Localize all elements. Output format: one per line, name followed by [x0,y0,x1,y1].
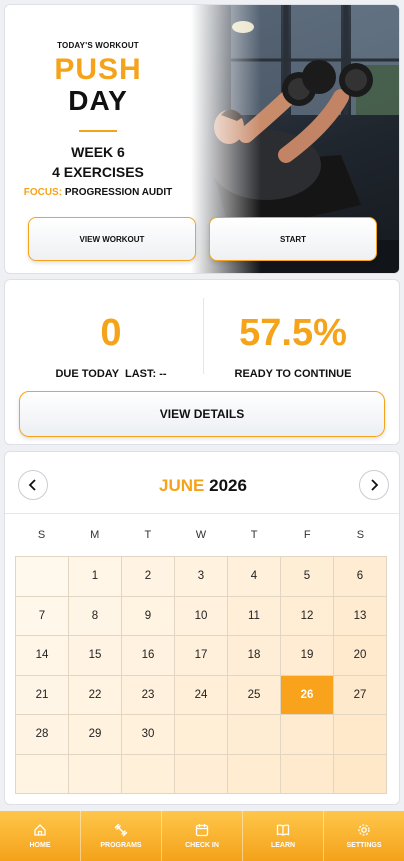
start-button[interactable]: START [209,217,377,261]
weekday-label: T [144,529,152,541]
todays-workout-card: TODAY'S WORKOUT PUSH DAY WEEK 6 4 EXERCI… [4,4,400,274]
progress-stats-card: 0 DUE TODAY LAST: -- 57.5% READY TO CONT… [4,279,400,445]
calendar-empty-cell [69,754,122,794]
calendar-day[interactable]: 19 [281,636,334,676]
calendar-day[interactable]: 25 [228,675,281,715]
weekday-header: SMTWTFS [15,514,387,556]
ready-stat: 57.5% READY TO CONTINUE [203,308,383,380]
chevron-right-icon [371,479,379,491]
calendar-day[interactable]: 14 [16,636,69,676]
calendar-day[interactable]: 21 [16,675,69,715]
calendar-day[interactable]: 6 [334,557,387,597]
view-details-button[interactable]: VIEW DETAILS [19,391,385,437]
calendar-empty-cell [334,754,387,794]
calendar-empty-cell [175,715,228,755]
year: 2026 [209,476,247,495]
calendar-day[interactable]: 3 [175,557,228,597]
workout-kicker: TODAY'S WORKOUT [57,41,139,50]
calendar-day[interactable]: 24 [175,675,228,715]
nav-programs-label: PROGRAMS [100,842,142,849]
nav-check-in[interactable]: CHECK IN [162,811,243,861]
workout-summary: TODAY'S WORKOUT PUSH DAY WEEK 6 4 EXERCI… [5,41,191,198]
week-label: WEEK 6 [71,144,125,160]
due-today-value: 0 [100,312,122,354]
workout-title-line2: DAY [68,85,128,116]
book-icon [276,824,290,836]
weekday-label: W [195,529,207,541]
calendar-day[interactable]: 8 [69,596,122,636]
ready-value: 57.5% [239,312,347,354]
weekday-label: T [250,529,258,541]
nav-programs[interactable]: PROGRAMS [81,811,162,861]
month-name: JUNE [159,476,205,495]
workout-title-line1: PUSH [54,53,142,86]
due-today-label: DUE TODAY LAST: -- [55,368,167,380]
exercise-count: 4 EXERCISES [52,164,144,180]
ready-label: READY TO CONTINUE [234,368,352,380]
month-title: JUNE 2026 [5,476,399,496]
day-grid: 1 2 3 4 5 6 7 8 9 10 11 12 13 14 15 16 17 18 19 20 21 22 23 24 2… [15,556,387,794]
nav-learn-label: LEARN [270,842,296,849]
calendar-empty-cell [281,715,334,755]
calendar-day[interactable]: 16 [122,636,175,676]
calendar-day[interactable]: 7 [16,596,69,636]
calendar-icon [195,824,209,837]
calendar-empty-cell [122,754,175,794]
nav-settings[interactable]: SETTINGS [324,811,404,861]
weekday-label: S [356,529,365,541]
nav-learn[interactable]: LEARN [243,811,324,861]
calendar-day[interactable]: 29 [69,715,122,755]
calendar-day[interactable]: 10 [175,596,228,636]
calendar-day[interactable]: 1 [69,557,122,597]
calendar-day[interactable]: 13 [334,596,387,636]
nav-check-in-label: CHECK IN [185,842,219,849]
calendar-day[interactable]: 5 [281,557,334,597]
focus-label: FOCUS: [23,187,63,198]
nav-home[interactable]: HOME [0,811,81,861]
calendar-day-today[interactable]: 26 [281,675,334,715]
calendar-day[interactable]: 9 [122,596,175,636]
calendar-day[interactable]: 15 [69,636,122,676]
calendar-empty-cell [228,754,281,794]
weekday-label: F [303,529,311,541]
calendar-empty-cell [281,754,334,794]
dumbbell-icon [114,823,128,837]
calendar-empty-cell [175,754,228,794]
focus-value: PROGRESSION AUDIT [64,187,173,198]
focus-line: FOCUS: PROGRESSION AUDIT [5,187,191,198]
calendar-day[interactable]: 20 [334,636,387,676]
calendar-day[interactable]: 27 [334,675,387,715]
view-workout-button[interactable]: VIEW WORKOUT [28,217,196,261]
calendar-day[interactable]: 18 [228,636,281,676]
calendar-empty-cell [16,557,69,597]
calendar-day[interactable]: 17 [175,636,228,676]
calendar-day[interactable]: 30 [122,715,175,755]
due-today-stat: 0 DUE TODAY LAST: -- [21,308,201,380]
calendar-day[interactable]: 23 [122,675,175,715]
calendar-empty-cell [16,754,69,794]
gear-icon [358,824,370,836]
weekday-label: M [90,529,100,541]
calendar-day[interactable]: 22 [69,675,122,715]
calendar-day[interactable]: 2 [122,557,175,597]
home-icon [34,824,46,836]
bottom-navigation: HOME PROGRAMS CHECK IN LEARN SETTINGS [0,811,404,861]
calendar-empty-cell [228,715,281,755]
nav-settings-label: SETTINGS [346,842,382,849]
next-month-button[interactable] [359,470,389,500]
weekday-label: S [37,529,46,541]
calendar-empty-cell [334,715,387,755]
title-divider [79,130,117,132]
calendar-card: JUNE 2026 SMTWTFS 1 2 3 4 5 6 7 8 9 10 11 12 13 14 15 1… [4,451,400,805]
calendar-day[interactable]: 4 [228,557,281,597]
calendar-day[interactable]: 11 [228,596,281,636]
calendar-day[interactable]: 28 [16,715,69,755]
nav-home-label: HOME [29,842,51,849]
calendar-day[interactable]: 12 [281,596,334,636]
